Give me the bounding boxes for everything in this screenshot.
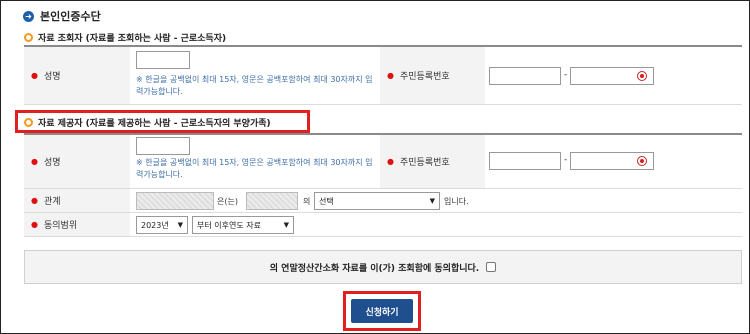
scope-label: ● 동의범위 <box>24 213 130 236</box>
provider-name-row: ● 성명 ※ 한글을 공백없이 최대 15자, 영문은 공백포함하여 최대 30… <box>24 135 742 189</box>
scope-year-select[interactable]: 2023년 ▼ <box>136 216 188 234</box>
inquirer-name-row: ● 성명 ※ 한글을 공백없이 최대 15자, 영문은 공백포함하여 최대 30… <box>24 47 742 105</box>
inquirer-rrn-front-input[interactable] <box>489 67 561 85</box>
rrn-dash: - <box>564 155 568 165</box>
required-star-icon: ● <box>387 71 394 80</box>
relation-text-3: 입니다. <box>444 197 469 206</box>
submit-button[interactable]: 신청하기 <box>351 299 413 323</box>
circle-arrow-icon: ➜ <box>23 10 34 22</box>
rrn-dash: - <box>564 70 568 80</box>
inquirer-name-label: ● 성명 <box>24 47 130 104</box>
ring-bullet-icon <box>24 33 33 42</box>
relation-text-1: 은(는) <box>217 197 238 206</box>
chevron-down-icon: ▼ <box>177 221 183 229</box>
inquirer-table: ● 성명 ※ 한글을 공백없이 최대 15자, 영문은 공백포함하여 최대 30… <box>24 45 742 105</box>
submit-highlight: 신청하기 <box>343 291 421 331</box>
inquirer-heading: 자료 조회자 (자료를 조회하는 사람 - 근로소득자) <box>24 31 226 44</box>
provider-rrn-label: ● 주민등록번호 <box>380 135 485 188</box>
provider-rrn-front-input[interactable] <box>489 152 561 170</box>
inquirer-name-input[interactable] <box>136 51 190 69</box>
relation-row: ● 관계 은(는) 의 선택 ▼ 입니다. <box>24 189 742 213</box>
scope-row: ● 동의범위 2023년 ▼ 부터 이후연도 자료 ▼ <box>24 213 742 237</box>
page-title-text: 본인인증수단 <box>40 10 101 23</box>
ring-bullet-icon <box>24 118 33 127</box>
relation-inquirer-name-field <box>246 192 298 210</box>
agreement-checkbox[interactable] <box>486 262 497 272</box>
page-title: ➜ 본인인증수단 <box>23 8 101 24</box>
chevron-down-icon: ▼ <box>283 221 289 229</box>
required-star-icon: ● <box>31 71 38 80</box>
chevron-down-icon: ▼ <box>429 197 435 205</box>
required-star-icon: ● <box>31 220 38 229</box>
relation-text-2: 의 <box>303 197 311 206</box>
scope-option-select[interactable]: 부터 이후연도 자료 ▼ <box>192 216 294 234</box>
virtual-keyboard-icon[interactable] <box>637 156 647 166</box>
provider-name-note: ※ 한글을 공백없이 최대 15자, 영문은 공백포함하여 최대 30자까지 입… <box>136 158 373 179</box>
virtual-keyboard-icon[interactable] <box>637 71 647 81</box>
required-star-icon: ● <box>31 157 38 166</box>
provider-name-label: ● 성명 <box>24 135 130 188</box>
agreement-text: 의 연말정산간소화 자료를 이(가) 조회함에 동의합니다. <box>269 263 480 274</box>
provider-name-input[interactable] <box>136 137 190 155</box>
required-star-icon: ● <box>31 196 38 205</box>
agreement-box: 의 연말정산간소화 자료를 이(가) 조회함에 동의합니다. <box>24 250 742 284</box>
inquirer-heading-text: 자료 조회자 (자료를 조회하는 사람 - 근로소득자) <box>38 34 227 44</box>
relation-provider-name-field <box>136 192 214 210</box>
required-star-icon: ● <box>387 157 394 166</box>
relation-select[interactable]: 선택 ▼ <box>314 192 440 210</box>
provider-table: ● 성명 ※ 한글을 공백없이 최대 15자, 영문은 공백포함하여 최대 30… <box>24 133 742 237</box>
inquirer-name-note: ※ 한글을 공백없이 최대 15자, 영문은 공백포함하여 최대 30자까지 입… <box>136 75 373 96</box>
relation-label: ● 관계 <box>24 189 130 212</box>
provider-heading: 자료 제공자 (자료를 제공하는 사람 - 근로소득자의 부양가족) <box>24 116 271 129</box>
inquirer-rrn-label: ● 주민등록번호 <box>380 47 485 104</box>
provider-heading-text: 자료 제공자 (자료를 제공하는 사람 - 근로소득자의 부양가족) <box>38 119 271 129</box>
